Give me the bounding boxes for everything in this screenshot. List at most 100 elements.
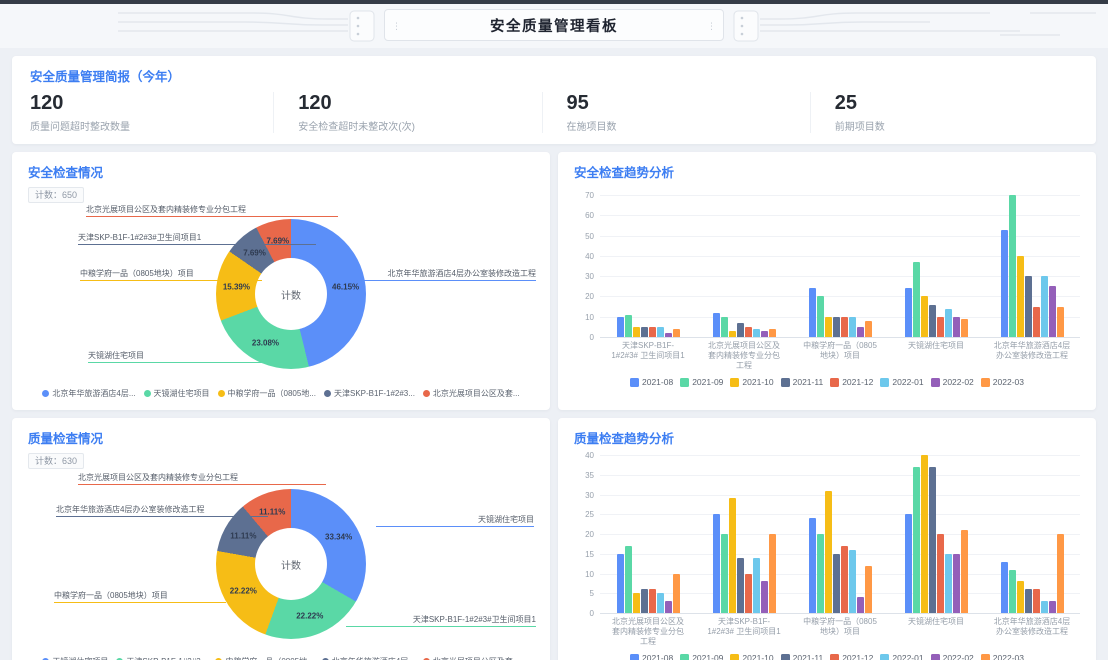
legend-square-icon bbox=[630, 378, 639, 387]
bar bbox=[961, 530, 968, 613]
count-tag: 计数：650 bbox=[28, 187, 84, 203]
bar bbox=[737, 558, 744, 613]
bar bbox=[1057, 534, 1064, 613]
legend-item[interactable]: 2022-03 bbox=[981, 653, 1024, 660]
legend-square-icon bbox=[781, 654, 790, 660]
bar bbox=[913, 262, 920, 337]
legend-item[interactable]: 北京年华旅游酒店4层... bbox=[42, 388, 135, 399]
bar bbox=[1033, 307, 1040, 337]
legend-square-icon bbox=[830, 654, 839, 660]
legend-square-icon bbox=[730, 378, 739, 387]
pie-callout-label: 北京年华旅游酒店4层办公室装修改造工程 bbox=[56, 505, 268, 517]
x-axis-label: 北京年华旅游酒店4层办公室装修改造工程 bbox=[984, 617, 1080, 647]
plot-area bbox=[600, 195, 1080, 337]
y-tick-label: 0 bbox=[574, 333, 594, 342]
legend-item[interactable]: 2021-09 bbox=[680, 653, 723, 660]
legend-item[interactable]: 2022-01 bbox=[880, 377, 923, 387]
bar bbox=[849, 317, 856, 337]
bar bbox=[865, 566, 872, 613]
y-tick-label: 40 bbox=[574, 252, 594, 261]
legend-label: 天津SKP-B1F-1#2#3... bbox=[126, 656, 207, 660]
summary-stat: 120质量问题超时整改数量 bbox=[30, 92, 273, 133]
bar bbox=[833, 554, 840, 613]
bar bbox=[721, 317, 728, 337]
bar bbox=[817, 296, 824, 337]
bar bbox=[929, 305, 936, 337]
x-axis-labels: 北京光展项目公区及套内精装修专业分包工程天津SKP-B1F-1#2#3# 卫生间… bbox=[600, 617, 1080, 647]
bar bbox=[633, 593, 640, 613]
legend-item[interactable]: 中粮学府一品（0805地... bbox=[215, 656, 313, 660]
bar bbox=[625, 546, 632, 613]
title-box-dots-icon: ⋮ bbox=[392, 17, 401, 35]
count-tag-label: 计数： bbox=[35, 190, 62, 200]
legend-item[interactable]: 2021-10 bbox=[730, 653, 773, 660]
legend-item[interactable]: 天津SKP-B1F-1#2#3... bbox=[116, 656, 207, 660]
quality-pie-chart: 计数 北京光展项目公区及套内精装修专业分包工程 北京年华旅游酒店4层办公室装修改… bbox=[28, 471, 534, 655]
stat-label: 质量问题超时整改数量 bbox=[30, 118, 273, 133]
x-axis-labels: 天津SKP-B1F-1#2#3# 卫生间项目1北京光展项目公区及套内精装修专业分… bbox=[600, 341, 1080, 371]
legend-item[interactable]: 2022-01 bbox=[880, 653, 923, 660]
bar bbox=[857, 597, 864, 613]
legend-item[interactable]: 天津SKP-B1F-1#2#3... bbox=[324, 388, 415, 399]
x-axis-label: 天镜湖住宅项目 bbox=[888, 341, 984, 371]
legend-item[interactable]: 北京光展项目公区及套... bbox=[423, 388, 520, 399]
bar bbox=[1057, 307, 1064, 337]
panel-quality-trend-bar: 质量检查趋势分析 0510152025303540北京光展项目公区及套内精装修专… bbox=[558, 418, 1096, 660]
pie-callout-label: 北京光展项目公区及套内精装修专业分包工程 bbox=[78, 473, 326, 485]
bar bbox=[1009, 570, 1016, 613]
legend-item[interactable]: 2022-02 bbox=[931, 377, 974, 387]
donut-center-label: 计数 bbox=[255, 258, 327, 330]
bar bbox=[633, 327, 640, 337]
legend-item[interactable]: 2022-03 bbox=[981, 377, 1024, 387]
bar bbox=[1033, 589, 1040, 613]
legend-square-icon bbox=[781, 378, 790, 387]
gridline bbox=[600, 613, 1080, 614]
legend-dot-icon bbox=[218, 390, 225, 397]
legend-label: 北京年华旅游酒店4层... bbox=[52, 388, 135, 399]
legend-item[interactable]: 2022-02 bbox=[931, 653, 974, 660]
bar-legend: 2021-08 2021-09 2021-10 2021-11 2021-12 2022-… bbox=[574, 653, 1080, 660]
y-tick-label: 40 bbox=[574, 451, 594, 460]
legend-item[interactable]: 2021-10 bbox=[730, 377, 773, 387]
count-tag-label: 计数： bbox=[35, 456, 62, 466]
legend-label: 中粮学府一品（0805地... bbox=[225, 656, 313, 660]
panels-grid: 安全检查情况 计数：650 计数 北京光展项目公区及套内精装修专业分包工程 天津… bbox=[12, 152, 1096, 660]
legend-item[interactable]: 2021-11 bbox=[781, 377, 824, 387]
bar bbox=[657, 593, 664, 613]
legend-dot-icon bbox=[42, 390, 49, 397]
bar bbox=[761, 581, 768, 613]
stat-value: 120 bbox=[298, 92, 541, 115]
legend-item[interactable]: 中粮学府一品（0805地... bbox=[218, 388, 316, 399]
legend-square-icon bbox=[931, 654, 940, 660]
bar bbox=[953, 317, 960, 337]
bar bbox=[673, 574, 680, 614]
legend-label: 2022-01 bbox=[892, 653, 923, 660]
legend-item[interactable]: 天镜湖住宅项目 bbox=[42, 656, 108, 660]
bar bbox=[841, 317, 848, 337]
bar-group bbox=[696, 498, 792, 613]
safety-pie-chart: 计数 北京光展项目公区及套内精装修专业分包工程 天津SKP-B1F-1#2#3#… bbox=[28, 205, 534, 387]
bar bbox=[713, 313, 720, 337]
legend-square-icon bbox=[880, 378, 889, 387]
legend-item[interactable]: 天镜湖住宅项目 bbox=[144, 388, 210, 399]
legend-item[interactable]: 2021-12 bbox=[830, 377, 873, 387]
legend-item[interactable]: 2021-12 bbox=[830, 653, 873, 660]
panel-title: 质量检查趋势分析 bbox=[574, 428, 1080, 447]
pie-callout-label: 北京光展项目公区及套内精装修专业分包工程 bbox=[86, 205, 338, 217]
bar-group bbox=[792, 491, 888, 613]
legend-item[interactable]: 2021-09 bbox=[680, 377, 723, 387]
legend-label: 2021-12 bbox=[842, 377, 873, 387]
legend-item[interactable]: 北京年华旅游酒店4层... bbox=[322, 656, 415, 660]
bar bbox=[913, 467, 920, 613]
bar bbox=[921, 455, 928, 613]
title-box-dots-icon: ⋮ bbox=[707, 17, 716, 35]
bar bbox=[921, 296, 928, 337]
legend-square-icon bbox=[730, 654, 739, 660]
bar bbox=[961, 319, 968, 337]
bar-group bbox=[792, 288, 888, 337]
legend-item[interactable]: 2021-11 bbox=[781, 653, 824, 660]
x-axis-label: 北京光展项目公区及套内精装修专业分包工程 bbox=[696, 341, 792, 371]
legend-item[interactable]: 北京光展项目公区及套... bbox=[423, 656, 520, 660]
legend-item[interactable]: 2021-08 bbox=[630, 653, 673, 660]
legend-item[interactable]: 2021-08 bbox=[630, 377, 673, 387]
